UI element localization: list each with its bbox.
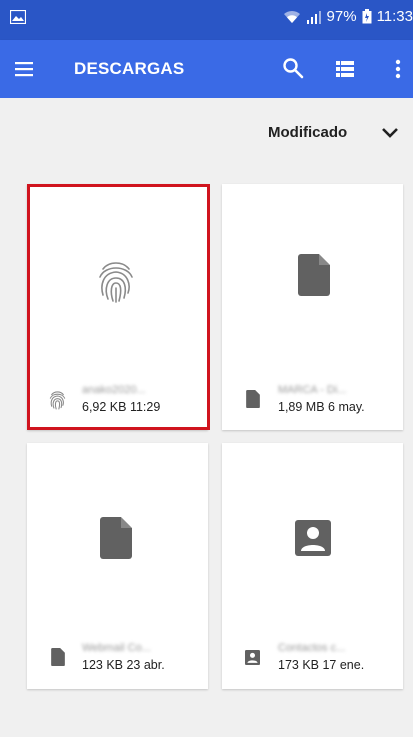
document-icon xyxy=(246,390,260,408)
fingerprint-icon xyxy=(99,262,133,303)
file-meta: 6,92 KB 11:29 xyxy=(82,400,161,414)
status-bar: 97% 11:33 xyxy=(0,0,413,40)
file-meta: 173 KB 17 ene. xyxy=(278,658,365,672)
contact-icon xyxy=(245,650,260,665)
search-icon[interactable] xyxy=(281,56,305,80)
file-name: Contactos c... xyxy=(278,642,346,654)
battery-icon xyxy=(362,9,372,24)
app-bar: DESCARGAS xyxy=(0,40,413,98)
document-icon xyxy=(51,648,65,666)
document-icon xyxy=(298,254,330,296)
file-name: anako2020... xyxy=(82,384,146,396)
file-meta: 1,89 MB 6 may. xyxy=(278,400,365,414)
more-vert-icon[interactable] xyxy=(386,57,410,81)
file-card[interactable]: MARCA - Di... 1,89 MB 6 may. xyxy=(222,184,403,430)
page-title: DESCARGAS xyxy=(74,59,185,78)
signal-icon xyxy=(306,10,321,24)
list-view-icon[interactable] xyxy=(333,57,357,81)
fingerprint-icon xyxy=(49,391,66,410)
battery-percentage: 97% xyxy=(326,8,357,25)
menu-icon[interactable] xyxy=(12,57,36,81)
document-icon xyxy=(100,517,132,559)
file-name: Webmail Co... xyxy=(82,642,151,654)
file-card[interactable]: Webmail Co... 123 KB 23 abr. xyxy=(27,443,208,689)
file-card[interactable]: Contactos c... 173 KB 17 ene. xyxy=(222,443,403,689)
clock: 11:33 xyxy=(376,8,413,25)
chevron-down-icon[interactable] xyxy=(380,123,400,143)
contact-icon xyxy=(295,520,331,556)
file-card[interactable]: anako2020... 6,92 KB 11:29 xyxy=(27,184,208,430)
status-indicators: 97% 11:33 xyxy=(283,8,413,25)
file-name: MARCA - Di... xyxy=(278,384,347,396)
gallery-notification-icon xyxy=(10,10,26,24)
sort-bar: Modificado xyxy=(0,98,413,170)
sort-dropdown-label[interactable]: Modificado xyxy=(268,124,347,141)
file-meta: 123 KB 23 abr. xyxy=(82,658,165,672)
wifi-icon xyxy=(283,10,300,23)
